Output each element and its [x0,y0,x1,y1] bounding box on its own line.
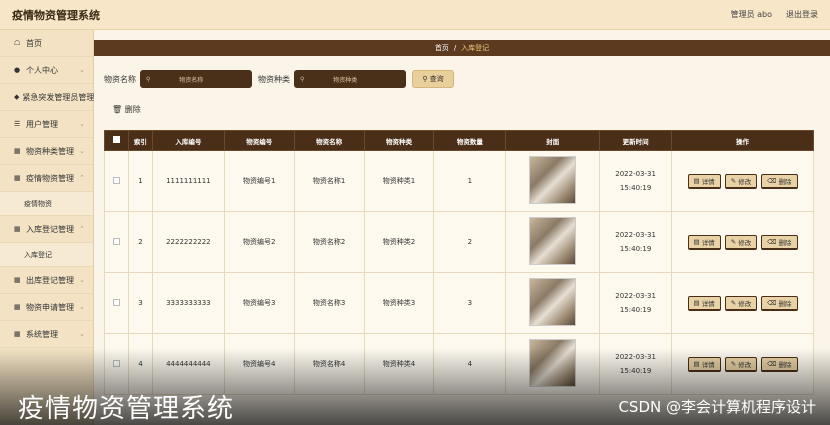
col-index: 索引 [127,130,153,151]
row-checkbox[interactable] [112,237,120,245]
table-row: 2 2222222222 物资编号2 物资名称2 物资种类2 2 2022-03… [104,211,814,273]
sidebar-item-emergency-admin[interactable]: ◆ 紧急突发管理员管理 [0,84,94,111]
name-search-placeholder: 物资名称 [179,76,204,84]
sidebar-subitem-inbound[interactable]: 入库登记 [0,243,93,267]
sidebar-item-inbound[interactable]: ▦ 入库登记管理 ⌃ [0,216,93,243]
sidebar-item-supplies[interactable]: ▦ 疫情物资管理 ⌃ [0,165,93,192]
chevron-down-icon: ⌄ [79,276,85,284]
detail-button[interactable]: ▤ 详情 [687,295,721,311]
name-search-input[interactable]: ⚲ 物资名称 [140,70,252,88]
cover-image [529,278,577,326]
overlay-credit: CSDN @李会计算机程序设计 [618,398,816,416]
query-button[interactable]: ⚲ 查询 [412,70,454,88]
user-icon: ● [14,66,21,74]
select-all-checkbox[interactable] [112,136,120,143]
breadcrumb-current: 入库登记 [461,44,490,52]
list-icon: ☰ [14,120,21,128]
pencil-icon: ✎ [730,298,739,307]
breadcrumb: 首页 / 入库登记 [94,40,830,56]
detail-button[interactable]: ▤ 详情 [687,234,721,250]
chevron-down-icon: ⌄ [79,66,85,74]
table-row: 3 3333333333 物资编号3 物资名称3 物资种类3 3 2022-03… [104,272,814,334]
grid-icon: ▦ [14,303,21,311]
sidebar-item-profile[interactable]: ● 个人中心 ⌄ [0,57,93,84]
delete-button[interactable]: ⌫ 删除 [761,173,798,189]
edit-button[interactable]: ✎ 修改 [724,234,758,250]
sidebar-item-item-types[interactable]: ▦ 物资种类管理 ⌄ [0,138,93,165]
search-row: 物资名称 ⚲ 物资名称 物资种类 ⚲ 物资种类 ⚲ 查询 [104,70,454,88]
chevron-down-icon: ⌄ [79,330,85,338]
overlay-title: 疫情物资管理系统 [18,394,235,424]
home-icon: ☖ [14,39,21,47]
table-header-row: 索引 入库编号 物资编号 物资名称 物资种类 物资数量 封面 更新时间 操作 [104,130,814,151]
pencil-icon: ✎ [730,176,739,185]
grid-icon: ▦ [14,147,21,155]
edit-button[interactable]: ✎ 修改 [724,173,758,189]
col-actions: 操作 [671,130,814,151]
chevron-up-icon: ⌃ [79,225,85,233]
breadcrumb-home[interactable]: 首页 [435,43,449,53]
sidebar-item-home[interactable]: ☖ 首页 [0,30,93,57]
shield-icon: ◆ [14,93,20,101]
type-search-label: 物资种类 [258,74,290,84]
col-updated: 更新时间 [599,130,673,151]
type-search-placeholder: 物资种类 [333,76,358,84]
grid-icon: ▦ [14,174,21,182]
grid-icon: ▦ [14,225,21,233]
sidebar-item-applications[interactable]: ▦ 物资申请管理 ⌄ [0,294,93,321]
delete-button[interactable]: ⌫ 删除 [761,234,798,250]
col-item-name: 物资名称 [293,130,365,151]
grid-icon: ▦ [14,330,21,338]
document-icon: ▤ [693,237,702,246]
trash-icon: 🗑 [112,105,123,114]
row-checkbox[interactable] [112,176,120,184]
top-bar: 疫情物资管理系统 管理员 abo 退出登录 [0,0,830,30]
cover-image [529,156,577,204]
grid-icon: ▦ [14,276,21,284]
delete-button[interactable]: ⌫ 删除 [761,295,798,311]
sidebar-item-system[interactable]: ▦ 系统管理 ⌄ [0,321,93,348]
admin-label: 管理员 abo [730,10,772,19]
trash-icon: ⌫ [767,176,779,185]
col-item-type: 物资种类 [363,130,435,151]
chevron-down-icon: ⌄ [79,303,85,311]
chevron-up-icon: ⌃ [79,174,85,182]
cover-image [529,217,577,265]
col-item-no: 物资编号 [223,130,295,151]
name-search-label: 物资名称 [104,74,136,84]
sidebar-subitem-supplies[interactable]: 疫情物资 [0,192,93,216]
bulk-delete-button[interactable]: 🗑 删除 [112,104,141,115]
chevron-down-icon: ⌄ [79,120,85,128]
chevron-down-icon: ⌄ [79,147,85,155]
detail-button[interactable]: ▤ 详情 [687,173,721,189]
pencil-icon: ✎ [730,237,739,246]
edit-button[interactable]: ✎ 修改 [724,295,758,311]
trash-icon: ⌫ [767,298,779,307]
breadcrumb-separator: / [453,44,457,52]
sidebar-item-users[interactable]: ☰ 用户管理 ⌄ [0,111,93,138]
col-inbound-no: 入库编号 [151,130,225,151]
col-quantity: 物资数量 [433,130,507,151]
trash-icon: ⌫ [767,237,779,246]
row-checkbox[interactable] [112,298,120,306]
col-cover: 封面 [505,130,601,151]
logout-link[interactable]: 退出登录 [786,9,818,20]
type-search-input[interactable]: ⚲ 物资种类 [294,70,406,88]
sidebar-item-outbound[interactable]: ▦ 出库登记管理 ⌄ [0,267,93,294]
search-icon: ⚲ [422,75,430,83]
document-icon: ▤ [693,176,702,185]
table-row: 1 1111111111 物资编号1 物资名称1 物资种类1 1 2022-03… [104,150,814,212]
document-icon: ▤ [693,298,702,307]
app-title: 疫情物资管理系统 [12,8,100,22]
